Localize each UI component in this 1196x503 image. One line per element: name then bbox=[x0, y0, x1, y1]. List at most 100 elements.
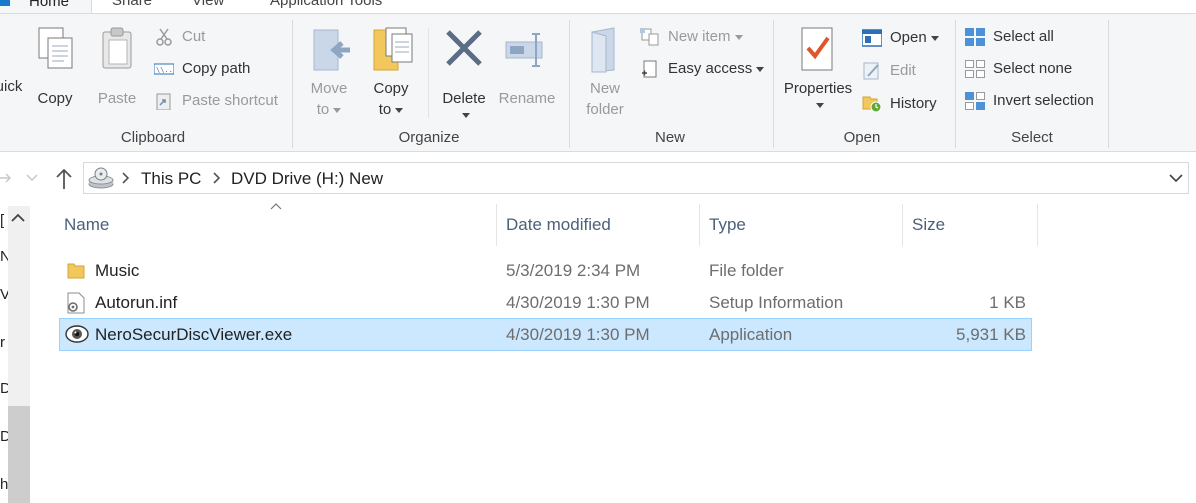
file-row-selected[interactable]: NeroSecurDiscViewer.exe 4/30/2019 1:30 P… bbox=[59, 318, 1032, 351]
properties-button[interactable]: Properties bbox=[780, 24, 856, 124]
address-bar[interactable]: This PC DVD Drive (H:) New bbox=[83, 162, 1189, 194]
cut-label: Cut bbox=[182, 28, 206, 45]
history-label: History bbox=[890, 95, 937, 112]
copy-path-label: Copy path bbox=[182, 60, 251, 77]
easy-access-icon bbox=[642, 60, 657, 78]
file-row[interactable]: Autorun.inf 4/30/2019 1:30 PM Setup Info… bbox=[59, 287, 1032, 319]
svg-text:\\...: \\... bbox=[156, 66, 174, 74]
paste-shortcut-label: Paste shortcut bbox=[182, 92, 278, 109]
ribbon-separator bbox=[569, 20, 570, 148]
file-type: File folder bbox=[709, 261, 784, 280]
organize-group-label: Organize bbox=[398, 129, 460, 146]
nav-pane-text[interactable]: [ bbox=[0, 212, 4, 229]
new-folder-label-1: New bbox=[589, 80, 620, 97]
up-arrow-icon[interactable] bbox=[54, 167, 74, 191]
ribbon-tab-bar: Home Share View Application Tools bbox=[0, 0, 1196, 14]
ribbon-separator bbox=[428, 28, 429, 118]
select-group-label: Select bbox=[1011, 129, 1053, 146]
delete-button[interactable]: Delete bbox=[436, 24, 492, 124]
settings-file-icon bbox=[67, 292, 85, 314]
file-row[interactable]: Music 5/3/2019 2:34 PM File folder bbox=[59, 255, 1032, 287]
select-none-icon bbox=[965, 60, 985, 78]
properties-icon bbox=[801, 27, 833, 71]
open-label: Open bbox=[890, 26, 939, 50]
file-size: 1 KB bbox=[989, 293, 1026, 312]
rename-icon bbox=[505, 33, 543, 67]
tab-view[interactable]: View bbox=[184, 0, 232, 13]
breadcrumb-this-pc[interactable]: This PC bbox=[141, 169, 201, 189]
file-type: Setup Information bbox=[709, 293, 844, 312]
open-window-icon bbox=[862, 29, 882, 47]
folder-icon bbox=[67, 263, 85, 279]
file-size: 5,931 KB bbox=[956, 325, 1026, 344]
select-all-label: Select all bbox=[993, 28, 1054, 45]
history-icon bbox=[862, 96, 882, 113]
address-dropdown-chevron-icon[interactable] bbox=[1168, 173, 1184, 183]
column-header-type[interactable]: Type bbox=[702, 204, 902, 246]
delete-dropdown[interactable] bbox=[436, 104, 492, 125]
move-to-icon bbox=[313, 29, 350, 71]
paste-button[interactable]: Paste bbox=[92, 24, 142, 107]
column-divider[interactable] bbox=[496, 204, 497, 246]
clipboard-group-label: Clipboard bbox=[120, 129, 186, 146]
column-divider[interactable] bbox=[902, 204, 903, 246]
file-name: Music bbox=[95, 261, 140, 280]
open-group-label: Open bbox=[843, 129, 881, 146]
column-header-size[interactable]: Size bbox=[905, 204, 1037, 246]
file-name: NeroSecurDiscViewer.exe bbox=[95, 325, 293, 344]
move-to-label-2: to bbox=[302, 99, 356, 120]
nav-pane-scroll-thumb[interactable] bbox=[8, 406, 30, 503]
file-date-modified: 4/30/2019 1:30 PM bbox=[506, 325, 650, 344]
file-type: Application bbox=[709, 325, 793, 344]
column-divider[interactable] bbox=[1037, 204, 1038, 246]
eye-app-icon bbox=[65, 325, 89, 343]
copy-to-label-2: to bbox=[364, 99, 418, 120]
ribbon-separator bbox=[1108, 20, 1109, 148]
rename-button[interactable]: Rename bbox=[496, 24, 558, 107]
file-name: Autorun.inf bbox=[95, 293, 178, 312]
easy-access-label: Easy access bbox=[668, 57, 765, 81]
scissors-icon bbox=[156, 28, 172, 46]
breadcrumb-chevron-icon[interactable] bbox=[209, 170, 225, 186]
column-header-row: Name Date modified Type Size bbox=[57, 203, 1042, 246]
new-folder-icon bbox=[591, 27, 615, 73]
copy-button[interactable]: Copy bbox=[30, 24, 80, 107]
scroll-up-arrow-icon[interactable] bbox=[10, 212, 26, 224]
rename-label: Rename bbox=[498, 90, 556, 107]
recent-locations-chevron-icon[interactable] bbox=[26, 174, 38, 182]
invert-selection-label: Invert selection bbox=[993, 92, 1094, 109]
tab-application-tools[interactable]: Application Tools bbox=[262, 0, 390, 13]
move-to-label-1: Move bbox=[310, 80, 348, 97]
paste-icon bbox=[102, 27, 132, 69]
file-date-modified: 4/30/2019 1:30 PM bbox=[506, 293, 650, 312]
properties-dropdown[interactable] bbox=[780, 94, 856, 115]
ribbon-separator bbox=[955, 20, 956, 148]
breadcrumb-chevron-icon[interactable] bbox=[118, 170, 134, 186]
ribbon: uick Copy Paste Cut \\... Copy path bbox=[0, 14, 1196, 152]
select-none-label: Select none bbox=[993, 60, 1073, 77]
copy-to-icon bbox=[373, 27, 413, 71]
column-divider[interactable] bbox=[699, 204, 700, 246]
tab-home[interactable]: Home bbox=[0, 0, 92, 13]
copy-path-icon: \\... bbox=[154, 63, 174, 75]
copy-to-button[interactable]: Copy to bbox=[364, 24, 418, 124]
paste-label: Paste bbox=[97, 90, 137, 107]
breadcrumb-dvd-drive[interactable]: DVD Drive (H:) New bbox=[231, 169, 383, 189]
ribbon-separator bbox=[773, 20, 774, 148]
file-tab-accent bbox=[0, 0, 10, 6]
select-all-icon bbox=[965, 28, 985, 46]
nav-pane-text[interactable]: r bbox=[0, 334, 5, 351]
invert-selection-icon bbox=[965, 92, 985, 110]
ribbon-separator bbox=[292, 20, 293, 148]
new-folder-button[interactable]: New folder bbox=[578, 24, 632, 124]
column-header-date-modified[interactable]: Date modified bbox=[499, 204, 699, 246]
new-folder-label-2: folder bbox=[586, 101, 624, 118]
edit-label: Edit bbox=[890, 62, 916, 79]
forward-arrow-icon[interactable] bbox=[0, 170, 12, 186]
dvd-drive-icon bbox=[88, 167, 114, 189]
move-to-button[interactable]: Move to bbox=[302, 24, 356, 124]
copy-icon bbox=[38, 27, 73, 69]
column-header-name[interactable]: Name bbox=[57, 204, 495, 246]
tab-share[interactable]: Share bbox=[104, 0, 160, 13]
new-group-label: New bbox=[654, 129, 685, 146]
